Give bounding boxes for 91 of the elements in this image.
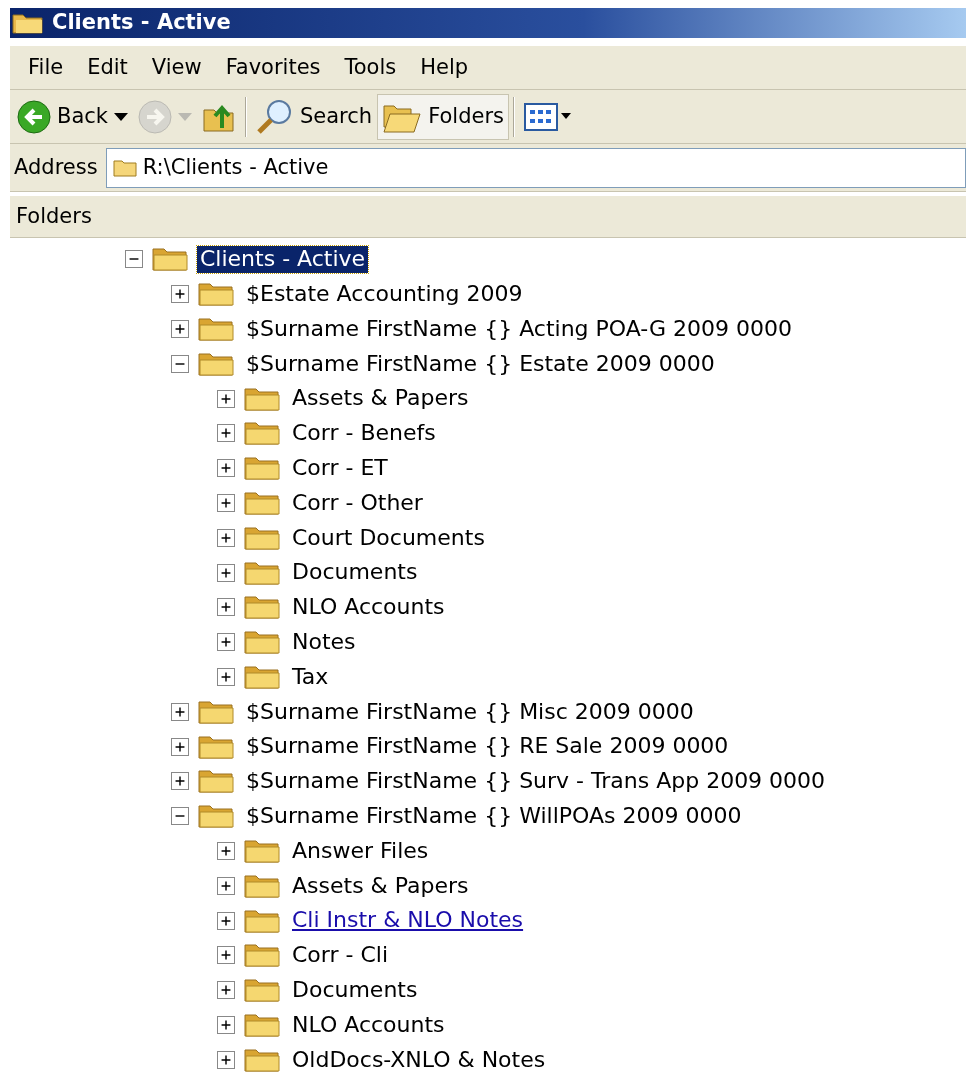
folder-icon — [243, 489, 281, 516]
folder-item[interactable]: $Surname FirstName {} Misc 2009 0000 — [243, 698, 697, 725]
expand-icon[interactable] — [217, 1050, 235, 1069]
folder-item[interactable]: NLO Accounts — [289, 1011, 448, 1039]
expand-icon[interactable] — [217, 876, 235, 895]
folder-icon — [243, 907, 281, 934]
folder-item[interactable]: Assets & Papers — [289, 872, 472, 899]
expand-icon[interactable] — [217, 493, 235, 512]
folder-item[interactable]: Corr - ET — [289, 455, 391, 482]
folder-icon — [243, 629, 281, 656]
expand-icon[interactable] — [217, 459, 235, 478]
folder-item[interactable]: $Estate Accounting 2009 — [243, 281, 526, 308]
expand-icon[interactable] — [217, 946, 235, 965]
folders-button[interactable]: Folders — [377, 93, 509, 140]
folder-icon — [197, 698, 235, 725]
menu-item[interactable]: View — [139, 51, 214, 84]
pane-title: Folders — [16, 202, 92, 230]
expand-icon[interactable] — [217, 528, 235, 547]
expand-icon[interactable] — [171, 772, 189, 791]
expand-icon[interactable] — [171, 320, 189, 338]
folder-item[interactable]: Court Documents — [289, 524, 488, 551]
folder-icon — [197, 768, 235, 795]
folder-icon — [197, 281, 235, 308]
caret-icon — [178, 112, 192, 121]
folder-item[interactable]: $Surname FirstName {} Estate 2009 0000 — [243, 350, 718, 377]
menu-item[interactable]: Edit — [75, 51, 140, 84]
folder-item[interactable]: Documents — [289, 559, 421, 586]
menu-item[interactable]: Favorites — [213, 51, 333, 84]
search-button[interactable]: Search — [251, 93, 378, 140]
folder-item[interactable]: Assets & Papers — [289, 385, 472, 412]
caret-icon — [114, 112, 128, 121]
folder-icon — [243, 385, 281, 412]
folder-item[interactable]: Corr - Benefs — [289, 420, 439, 447]
folder-item[interactable]: $Surname FirstName {} Acting POA-G 2009 0000 — [243, 315, 796, 343]
expand-icon[interactable] — [217, 389, 235, 408]
menu-item[interactable]: Tools — [332, 51, 409, 84]
expand-icon[interactable] — [217, 911, 235, 930]
folder-item[interactable]: Documents — [289, 976, 421, 1004]
folder-icon — [243, 1011, 281, 1038]
folder-item[interactable]: NLO Accounts — [289, 594, 448, 621]
folder-icon — [243, 663, 281, 690]
expand-icon[interactable] — [171, 737, 189, 756]
back-button[interactable]: Back — [12, 93, 133, 140]
folder-icon — [243, 942, 281, 969]
folder-item[interactable]: $Surname FirstName {} Surv - Trans App 2009 0000 — [243, 768, 829, 795]
folder-item[interactable]: Answer Files — [289, 837, 432, 865]
folder-icon — [243, 559, 281, 586]
collapse-icon[interactable] — [171, 807, 189, 826]
menu-item[interactable]: File — [16, 51, 76, 84]
folder-icon — [243, 977, 281, 1004]
folder-icon — [197, 733, 235, 760]
expand-icon[interactable] — [171, 285, 189, 304]
folder-icon — [243, 594, 281, 621]
expand-icon[interactable] — [217, 667, 235, 686]
folder-icon — [243, 455, 281, 482]
folder-icon — [112, 158, 137, 177]
folder-item[interactable]: Notes — [289, 628, 359, 656]
views-icon — [524, 101, 572, 132]
expand-icon[interactable] — [171, 702, 189, 721]
folder-item[interactable]: $Surname FirstName {} WillPOAs 2009 0000 — [243, 802, 745, 830]
folder-item[interactable]: Corr - Other — [289, 489, 426, 517]
expand-icon[interactable] — [217, 598, 235, 617]
folder-icon — [243, 1046, 281, 1072]
folder-icon — [12, 11, 44, 35]
expand-icon[interactable] — [217, 981, 235, 1000]
search-icon — [256, 98, 294, 135]
folder-icon — [197, 316, 235, 342]
menu-item[interactable]: Help — [408, 51, 481, 84]
folder-icon — [151, 246, 189, 273]
expand-icon[interactable] — [217, 1015, 235, 1034]
folder-item[interactable]: Corr - Cli — [289, 942, 392, 969]
folder-item[interactable]: $Surname FirstName {} RE Sale 2009 0000 — [243, 733, 732, 760]
folder-icon — [243, 524, 281, 551]
folder-icon — [243, 420, 281, 447]
window-title: Clients - Active — [52, 9, 231, 37]
address-label: Address — [14, 153, 99, 181]
folder-item[interactable]: Cli Instr & NLO Notes — [289, 907, 527, 934]
folder-icon — [243, 837, 281, 864]
expand-icon[interactable] — [217, 563, 235, 582]
folder-item[interactable]: OldDocs-XNLO & Notes — [289, 1046, 549, 1072]
collapse-icon[interactable] — [171, 354, 189, 373]
expand-icon[interactable] — [217, 841, 235, 860]
collapse-icon[interactable] — [125, 250, 143, 269]
expand-icon[interactable] — [217, 424, 235, 443]
folder-icon — [197, 350, 235, 377]
folder-icon — [197, 803, 235, 830]
address-field[interactable]: R:\Clients - Active — [105, 147, 966, 188]
folder-item[interactable]: Clients - Active — [197, 246, 369, 273]
expand-icon[interactable] — [217, 633, 235, 652]
folder-icon — [243, 872, 281, 899]
folder-item[interactable]: Tax — [289, 663, 332, 691]
